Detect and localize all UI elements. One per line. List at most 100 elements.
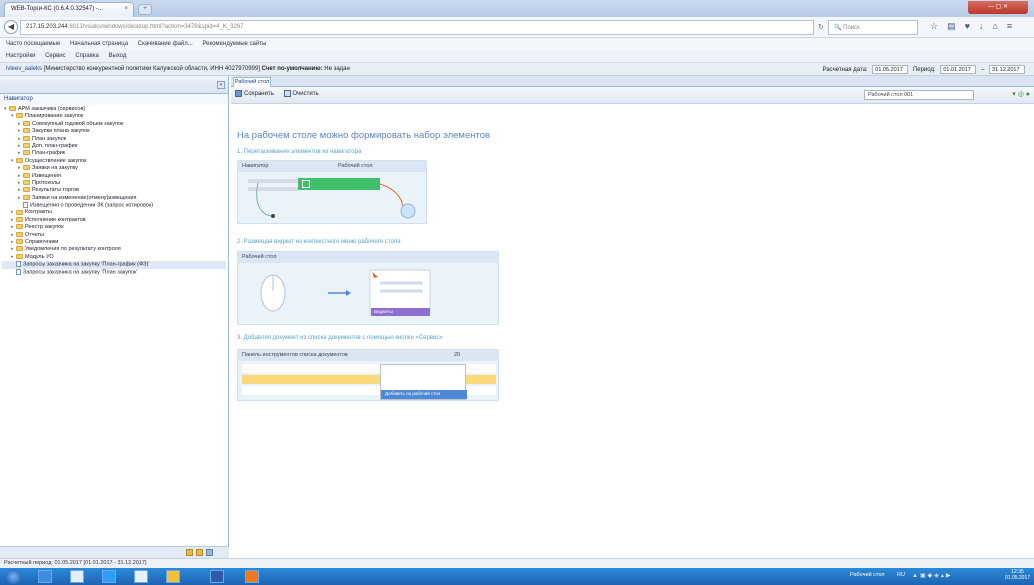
browser-toolbar-icons[interactable]: ☆▤♥↓⌂≡ [930,21,1021,32]
folder-icon [23,194,30,200]
files-icon[interactable] [70,570,84,583]
step2-header: Рабочий стол [238,252,498,263]
tree-node-label: Уведомления по результату контроля [25,246,121,253]
range-to-input[interactable]: 31.12.2017 [989,65,1025,74]
save-icon [235,90,242,97]
tree-node[interactable]: ▾ АРМ заказчика (сервисов) [2,106,226,113]
search-input[interactable]: 🔍 Поиск [828,20,918,35]
clock[interactable]: 12:35 01.05.2017 [1005,569,1030,581]
close-tab-icon[interactable]: × [124,6,128,12]
desktop-label[interactable]: Рабочий стол [850,572,885,578]
tree-node[interactable]: Запросы заказчика на закупку 'План-графи… [2,261,226,269]
tree-node[interactable]: ▸ Извещения [2,173,226,180]
role-value[interactable]: Не задан [324,66,350,72]
tree-node[interactable]: ▸ Исполнение контрактов [2,217,226,224]
tree-node-label: Осуществление закупок [25,157,87,164]
app-header: ivleev_aaleks [Министерство конкурентной… [0,63,1034,76]
step3-illustration: Панель инструментов списка документов 20… [237,349,499,401]
tree-node[interactable]: ▸ Контракты [2,209,226,216]
user-name[interactable]: ivleev_aaleks [6,66,42,72]
navigator-title: Навигатор [0,94,228,105]
folder-icon [16,224,23,230]
tree-node[interactable]: ▸ Реестр закупок [2,224,226,231]
tree-node[interactable]: ▾ Осуществление закупок [2,158,226,165]
browser-tab[interactable]: WEB-Торги-КС (0.6.4.0.32547) -... × [4,2,134,17]
tree-node[interactable]: ▸ Закупки плана закупок [2,128,226,135]
tray-icons[interactable]: ▲▣◆◈▴▶ [912,572,952,579]
tree-node-label: Модуль УО [25,253,54,260]
tree-node-label: Реестр закупок [25,224,64,231]
step2-illustration: Рабочий стол Виджеты [237,251,499,325]
tree-node[interactable]: Извещения о проведении ЗК (запрос котиро… [2,202,226,209]
save-button[interactable]: Сохранить [235,90,274,97]
back-icon[interactable]: ◀ [4,20,18,34]
folder-icon [23,172,30,178]
ie-icon[interactable] [102,570,116,583]
tree-node[interactable]: ▾ Планирование закупок [2,113,226,120]
step1-illustration: Навигатор Рабочий стол [237,160,427,224]
address-bar[interactable]: 217.15.203.244:8013/vsiaks/windows/deskt… [20,20,814,35]
clear-button[interactable]: Очистить [283,90,319,97]
tree-node-label: Доп. план-график [32,142,78,149]
tree-node[interactable]: ▸ Модуль УО [2,254,226,261]
folder-icon[interactable] [196,549,203,556]
folder-icon [16,157,23,163]
desktop-tabbar: Рабочий стол [231,76,1034,87]
tree-node[interactable]: ▸ Результаты торгов [2,187,226,194]
step3-header-label: Панель инструментов списка документов [242,352,348,358]
desktop-select[interactable]: Рабочий стол 001 [864,90,974,100]
tree-node[interactable]: ▸ Уведомления по результату контроля [2,246,226,253]
bookmark-item[interactable]: Скачивание файл... [138,41,193,47]
tree-node-label: Контракты [25,209,52,216]
folder-icon [16,209,23,215]
url-path: :8013/vsiaks/windows/desktop.html?action… [67,24,244,30]
tree-node[interactable]: ▸ План закупок [2,136,226,143]
menu-item[interactable]: Сервис [45,53,66,59]
reload-icon[interactable]: ↻ [818,23,824,31]
tree-node-label: Запросы заказчика на закупку 'План-графи… [23,261,150,268]
range-from-input[interactable]: 01.01.2017 [940,65,977,74]
tree-node[interactable]: ▸ Отчеты [2,232,226,239]
browser-tabstrip: WEB-Торги-КС (0.6.4.0.32547) -... × + — … [0,0,1034,17]
refresh-icon[interactable]: ▾ ◎ ● [1012,90,1030,98]
tree-node[interactable]: Запросы заказчика на закупку 'План закуп… [2,268,226,276]
start-button[interactable] [6,569,21,584]
settings-icon[interactable] [206,549,213,556]
firefox-icon[interactable] [245,570,259,583]
tree-node[interactable]: ▸ План-график [2,150,226,157]
org-name: [Министерство конкурентной политики Калу… [43,66,260,72]
bookmark-item[interactable]: Начальная страница [70,41,128,47]
folder-icon [16,113,23,119]
tab-desktop[interactable]: Рабочий стол [233,77,271,87]
window-controls[interactable]: — ▢ ✕ [968,1,1028,14]
explorer-icon[interactable] [38,570,52,583]
tree-node[interactable]: ▸ Заявки на изменение(отмену)извещения [2,195,226,202]
period-date-input[interactable]: 01.05.2017 [872,65,909,74]
menu-item[interactable]: Справка [75,53,99,59]
lang-indicator[interactable]: RU [897,572,905,578]
folder-icon [23,150,30,156]
new-tab-button[interactable]: + [138,4,152,15]
app-icon[interactable] [166,570,180,583]
chrome-icon[interactable] [134,570,148,583]
tree-node[interactable]: ▸ Протоколы [2,180,226,187]
tree-node[interactable]: ▸ Совокупный годовой объем закупок [2,121,226,128]
bookmark-item[interactable]: Часто посещаемые [6,41,60,47]
url-host: 217.15.203.244 [26,24,68,30]
folder-icon [23,143,30,148]
tree-node[interactable]: ▸ Заявки на закупку [2,165,226,172]
bookmark-item[interactable]: Рекомендуемые сайты [202,41,266,47]
folder-icon [9,106,16,112]
step1-text: 1. Перетаскивание элементов из навигатор… [237,149,362,155]
menu-item[interactable]: Настройки [6,53,35,59]
word-icon[interactable] [210,570,224,583]
tree-node-label: Заявки на изменение(отмену)извещения [32,194,137,201]
folder-icon[interactable] [186,549,193,556]
tree-node[interactable]: ▸ Справочники [2,239,226,246]
menu-item[interactable]: Выход [109,53,127,59]
eraser-icon [283,90,291,97]
tree-node[interactable]: ▸ Доп. план-график [2,143,226,150]
tree-node-label: Исполнение контрактов [25,216,86,223]
collapse-icon[interactable]: « [217,81,225,89]
bookmarks-bar: Часто посещаемые Начальная страница Скач… [0,38,1034,51]
